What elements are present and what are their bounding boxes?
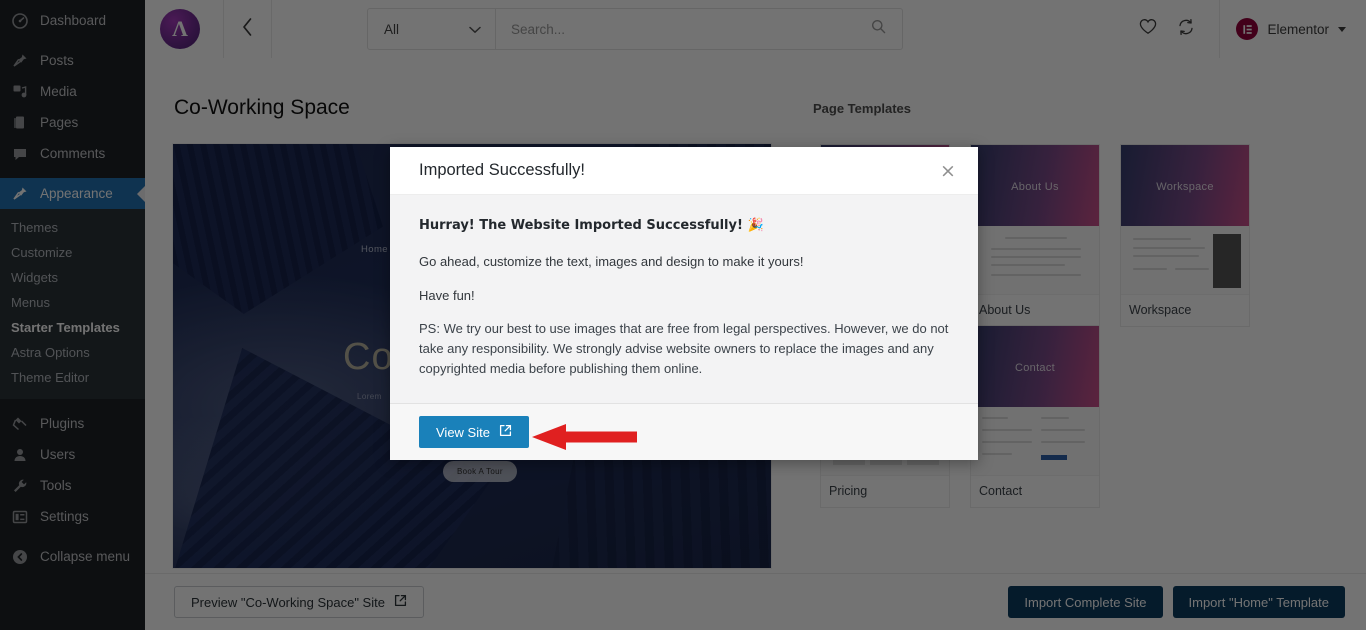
dialog-text-ps: PS: We try our best to use images that a… [419,321,949,376]
red-arrow-left-icon [532,424,637,450]
dialog-body: Hurray! The Website Imported Successfull… [390,195,978,403]
view-site-label: View Site [436,424,490,440]
dialog-lead-text: Hurray! The Website Imported Successfull… [419,218,764,233]
dialog-title: Imported Successfully! [419,161,585,179]
dialog-text-havefun: Have fun! [419,288,475,303]
dialog-header: Imported Successfully! × [390,147,978,195]
dialog-text-customize: Go ahead, customize the text, images and… [419,254,804,269]
close-icon[interactable]: × [928,151,968,191]
dialog-footer: View Site [390,403,978,460]
imported-successfully-dialog: Imported Successfully! × Hurray! The Web… [390,147,978,460]
view-site-button[interactable]: View Site [419,416,529,448]
external-link-icon [499,424,512,440]
